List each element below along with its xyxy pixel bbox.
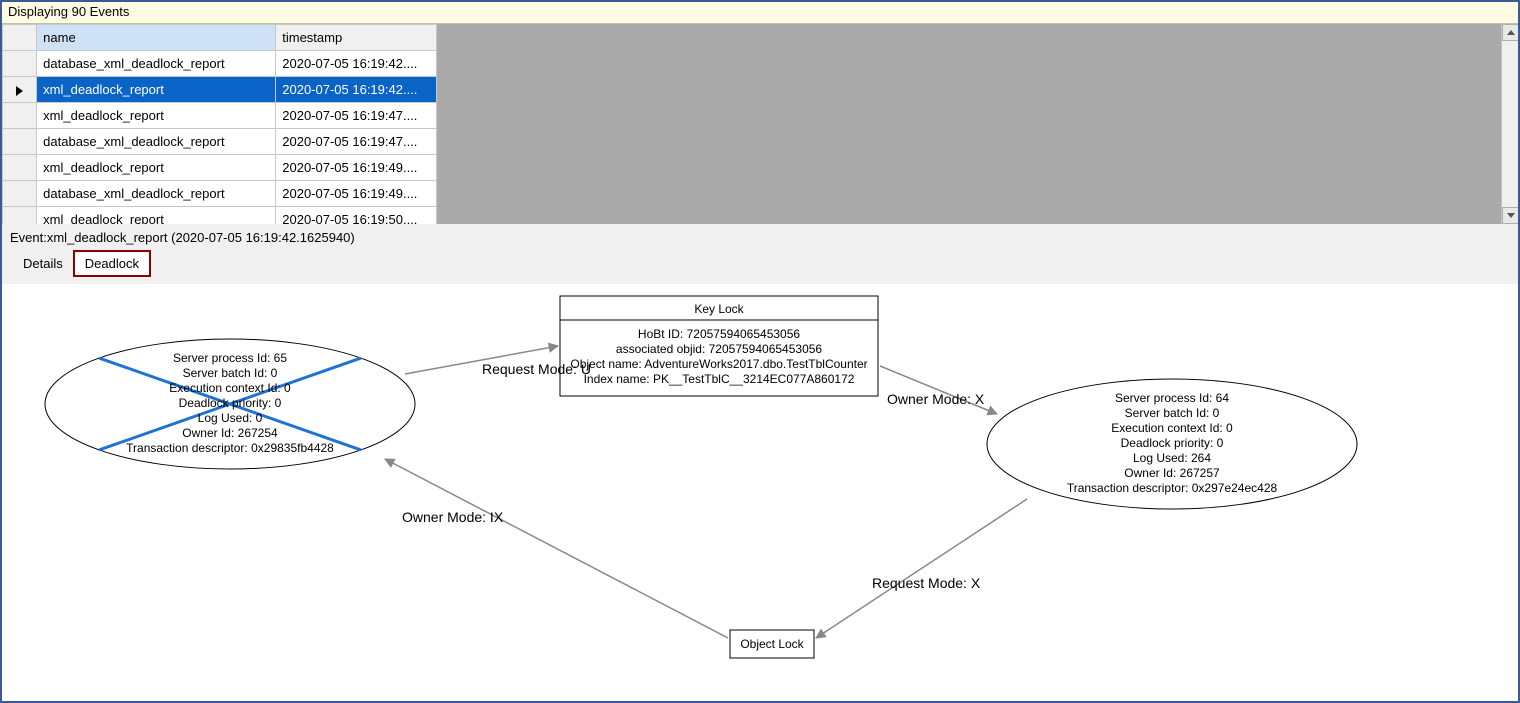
table-row[interactable]: database_xml_deadlock_report2020-07-05 1… bbox=[3, 129, 437, 155]
tab-deadlock[interactable]: Deadlock bbox=[74, 251, 150, 276]
cell-timestamp: 2020-07-05 16:19:47.... bbox=[276, 103, 437, 129]
events-count-label: Displaying 90 Events bbox=[8, 4, 129, 19]
row-header bbox=[3, 51, 37, 77]
edge-request-x bbox=[816, 499, 1027, 638]
row-header bbox=[3, 155, 37, 181]
event-detail-label: Event:xml_deadlock_report (2020-07-05 16… bbox=[2, 224, 1518, 249]
table-row[interactable]: xml_deadlock_report2020-07-05 16:19:42..… bbox=[3, 77, 437, 103]
grid-vertical-scrollbar[interactable] bbox=[1501, 24, 1518, 224]
key-lock-line: HoBt ID: 72057594065453056 bbox=[638, 327, 800, 341]
edge-label-owner-ix: Owner Mode: IX bbox=[402, 509, 504, 525]
detail-tab-row: Details Deadlock bbox=[2, 249, 1518, 275]
edge-label-request-x: Request Mode: X bbox=[872, 575, 981, 591]
process-victim-line: Server process Id: 65 bbox=[173, 351, 287, 365]
deadlock-diagram[interactable]: Key Lock HoBt ID: 72057594065453056associ… bbox=[2, 284, 1518, 701]
cell-name: database_xml_deadlock_report bbox=[37, 181, 276, 207]
edge-label-owner-x: Owner Mode: X bbox=[887, 391, 985, 407]
process-line: Log Used: 264 bbox=[1133, 451, 1211, 465]
cell-name: database_xml_deadlock_report bbox=[37, 129, 276, 155]
scroll-up-button[interactable] bbox=[1502, 24, 1519, 41]
process-victim-line: Owner Id: 267254 bbox=[182, 426, 278, 440]
key-lock-line: Object name: AdventureWorks2017.dbo.Test… bbox=[570, 357, 867, 371]
key-lock-line: associated objid: 72057594065453056 bbox=[616, 342, 823, 356]
process-line: Transaction descriptor: 0x297e24ec428 bbox=[1067, 481, 1278, 495]
cell-timestamp: 2020-07-05 16:19:42.... bbox=[276, 77, 437, 103]
table-row[interactable]: xml_deadlock_report2020-07-05 16:19:49..… bbox=[3, 155, 437, 181]
process-victim-line: Deadlock priority: 0 bbox=[179, 396, 282, 410]
process-victim-line: Server batch Id: 0 bbox=[183, 366, 278, 380]
cell-name: database_xml_deadlock_report bbox=[37, 51, 276, 77]
caret-down-icon bbox=[1507, 213, 1515, 218]
edge-label-request-u: Request Mode: U bbox=[482, 361, 591, 377]
process-victim-line: Transaction descriptor: 0x29835fb4428 bbox=[126, 441, 334, 455]
cell-timestamp: 2020-07-05 16:19:49.... bbox=[276, 181, 437, 207]
events-count-banner: Displaying 90 Events bbox=[2, 2, 1518, 24]
process-line: Execution context Id: 0 bbox=[1111, 421, 1233, 435]
object-lock-title: Object Lock bbox=[740, 637, 804, 651]
cell-timestamp: 2020-07-05 16:19:42.... bbox=[276, 51, 437, 77]
cell-timestamp: 2020-07-05 16:19:49.... bbox=[276, 155, 437, 181]
process-line: Owner Id: 267257 bbox=[1124, 466, 1220, 480]
row-header bbox=[3, 103, 37, 129]
key-lock-title: Key Lock bbox=[694, 302, 744, 316]
cell-name: xml_deadlock_report bbox=[37, 155, 276, 181]
column-header-name[interactable]: name bbox=[37, 25, 276, 51]
column-header-timestamp[interactable]: timestamp bbox=[276, 25, 437, 51]
row-header bbox=[3, 181, 37, 207]
scroll-down-button[interactable] bbox=[1502, 207, 1519, 224]
table-row[interactable]: database_xml_deadlock_report2020-07-05 1… bbox=[3, 181, 437, 207]
key-lock-line: Index name: PK__TestTblC__3214EC077A8601… bbox=[584, 372, 855, 386]
event-detail-panel: Event:xml_deadlock_report (2020-07-05 16… bbox=[2, 224, 1518, 701]
cell-name: xml_deadlock_report bbox=[37, 77, 276, 103]
process-line: Server batch Id: 0 bbox=[1125, 406, 1220, 420]
cell-timestamp: 2020-07-05 16:19:47.... bbox=[276, 129, 437, 155]
table-row[interactable]: xml_deadlock_report2020-07-05 16:19:47..… bbox=[3, 103, 437, 129]
table-row[interactable]: database_xml_deadlock_report2020-07-05 1… bbox=[3, 51, 437, 77]
cell-name: xml_deadlock_report bbox=[37, 103, 276, 129]
process-victim-line: Execution context Id: 0 bbox=[169, 381, 291, 395]
row-header bbox=[3, 129, 37, 155]
caret-up-icon bbox=[1507, 30, 1515, 35]
row-header bbox=[3, 77, 37, 103]
row-header-corner bbox=[3, 25, 37, 51]
process-line: Deadlock priority: 0 bbox=[1121, 436, 1224, 450]
process-line: Server process Id: 64 bbox=[1115, 391, 1229, 405]
tab-details[interactable]: Details bbox=[12, 251, 74, 276]
row-indicator-icon bbox=[16, 86, 23, 96]
events-grid-area: name timestamp database_xml_deadlock_rep… bbox=[2, 24, 1518, 224]
edge-owner-ix bbox=[385, 459, 728, 638]
events-grid[interactable]: name timestamp database_xml_deadlock_rep… bbox=[2, 24, 437, 233]
process-victim-line: Log Used: 0 bbox=[198, 411, 263, 425]
